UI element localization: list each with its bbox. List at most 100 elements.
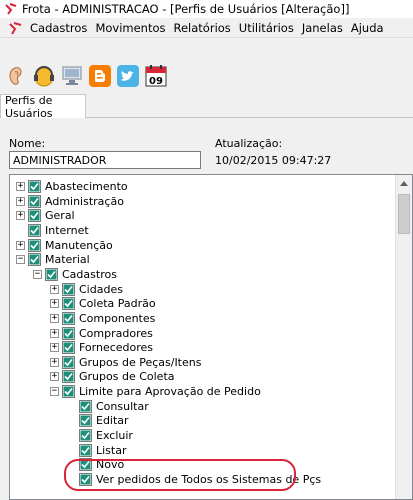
tree-checkbox[interactable] <box>28 253 41 267</box>
tree-node[interactable]: + Abastecimento <box>16 179 128 194</box>
menu-utilitarios[interactable]: Utilitários <box>239 21 294 35</box>
toolbar: 09 <box>0 56 168 96</box>
twitter-icon[interactable] <box>116 63 140 89</box>
menu-bar: Cadastros Movimentos Relatórios Utilitár… <box>0 18 413 38</box>
expand-icon[interactable]: + <box>16 182 25 191</box>
expand-icon[interactable]: + <box>50 357 59 367</box>
tree-node-label: Cidades <box>79 282 123 296</box>
menu-movimentos[interactable]: Movimentos <box>95 21 165 35</box>
tree-checkbox[interactable] <box>79 458 92 472</box>
vertical-scrollbar[interactable] <box>395 175 412 499</box>
tree-checkbox[interactable] <box>28 238 41 252</box>
menu-janelas[interactable]: Janelas <box>302 21 343 35</box>
tree-node[interactable]: Listar <box>67 443 127 458</box>
tree-node[interactable]: Internet <box>16 223 89 238</box>
tree-node[interactable]: − Cadastros <box>33 267 117 282</box>
tree-checkbox[interactable] <box>62 341 75 355</box>
tree-node-label: Componentes <box>79 311 156 325</box>
tree-node[interactable]: − Material <box>16 252 90 267</box>
calendar-icon[interactable]: 09 <box>144 63 168 89</box>
name-label: Nome: <box>9 137 46 150</box>
tree-node-label: Consultar <box>96 399 149 413</box>
tree-node-label: Internet <box>45 223 89 237</box>
tree-node-label: Grupos de Coleta <box>79 370 175 384</box>
menu-logo-icon <box>8 21 22 35</box>
blogger-icon[interactable] <box>88 63 112 89</box>
expand-icon[interactable]: + <box>16 196 25 206</box>
tree-node-label: Grupos de Peças/Itens <box>79 355 202 369</box>
tree-node-label: Abastecimento <box>45 180 128 193</box>
tab-bar: Perfis de Usuários <box>0 94 413 120</box>
tree-node[interactable]: + Grupos de Coleta <box>50 369 175 384</box>
computer-icon[interactable] <box>60 63 84 89</box>
expand-icon[interactable]: + <box>50 313 59 323</box>
calendar-day-text: 09 <box>149 76 163 87</box>
app-logo-icon <box>4 2 18 16</box>
tree-node-label: Ver pedidos de Todos os Sistemas de Pçs <box>96 473 322 486</box>
tree-checkbox[interactable] <box>45 267 58 281</box>
tree-node[interactable]: + Fornecedores <box>50 340 153 355</box>
tree-checkbox[interactable] <box>62 311 75 325</box>
expand-icon[interactable]: + <box>50 299 59 309</box>
scrollbar-thumb[interactable] <box>398 194 410 234</box>
tree-node-label: Fornecedores <box>79 341 154 355</box>
permissions-tree[interactable]: + Abastecimento + Administração + Geral Intern… <box>9 174 413 500</box>
menu-relatorios[interactable]: Relatórios <box>174 21 231 35</box>
tree-node-label: Editar <box>96 414 129 428</box>
tree-node-label: Listar <box>96 443 127 457</box>
tree-node[interactable]: Novo <box>67 457 124 472</box>
tree-node[interactable]: − Limite para Aprovação de Pedido <box>50 384 261 399</box>
tree-checkbox[interactable] <box>28 209 41 223</box>
tree-node-label: Excluir <box>96 429 133 443</box>
tree-checkbox[interactable] <box>28 180 41 193</box>
tree-checkbox[interactable] <box>62 297 75 311</box>
tree-node-label: Geral <box>45 209 75 223</box>
menu-ajuda[interactable]: Ajuda <box>351 21 384 35</box>
tree-checkbox[interactable] <box>28 194 41 208</box>
tree-node-label: Administração <box>45 194 124 208</box>
tree-node[interactable]: + Componentes <box>50 311 155 326</box>
tree-node[interactable]: + Administração <box>16 194 124 209</box>
expand-icon[interactable]: + <box>50 328 59 338</box>
tree-node[interactable]: + Geral <box>16 208 75 223</box>
tree-node[interactable]: + Manutenção <box>16 238 113 253</box>
tree-node[interactable]: + Compradores <box>50 326 153 341</box>
tree-checkbox[interactable] <box>62 355 75 369</box>
collapse-icon[interactable]: − <box>33 269 42 279</box>
tree-checkbox[interactable] <box>62 282 75 296</box>
expand-icon[interactable]: + <box>16 211 25 221</box>
tree-node-label: Cadastros <box>62 267 117 281</box>
tree-node-label: Manutenção <box>45 238 113 252</box>
expand-icon[interactable]: + <box>50 284 59 294</box>
tree-checkbox[interactable] <box>79 443 92 457</box>
menu-cadastros[interactable]: Cadastros <box>30 21 87 35</box>
support-headset-icon[interactable] <box>32 63 56 89</box>
tree-node[interactable]: + Coleta Padrão <box>50 296 156 311</box>
ear-icon[interactable] <box>4 63 28 89</box>
tree-node-label: Limite para Aprovação de Pedido <box>79 385 261 399</box>
window-title: Frota - ADMINISTRACAO - [Perfis de Usuár… <box>22 2 350 16</box>
tree-node[interactable]: + Grupos de Peças/Itens <box>50 355 201 370</box>
collapse-icon[interactable]: − <box>16 255 25 265</box>
tree-node[interactable]: Consultar <box>67 399 149 414</box>
tree-checkbox[interactable] <box>79 473 92 486</box>
tree-checkbox[interactable] <box>62 326 75 340</box>
tree-checkbox[interactable] <box>28 223 41 237</box>
expand-icon[interactable]: + <box>50 372 59 382</box>
tree-node[interactable]: Ver pedidos de Todos os Sistemas de Pçs <box>67 472 321 487</box>
tree-node[interactable]: Excluir <box>67 428 133 443</box>
tree-checkbox[interactable] <box>62 385 75 399</box>
expand-icon[interactable]: + <box>16 240 25 250</box>
name-field[interactable] <box>9 151 201 169</box>
tree-checkbox[interactable] <box>79 414 92 428</box>
collapse-icon[interactable]: − <box>50 387 59 397</box>
updated-value: 10/02/2015 09:47:27 <box>215 154 332 167</box>
expand-icon[interactable]: + <box>50 343 59 353</box>
tab-perfis-de-usuarios[interactable]: Perfis de Usuários <box>0 94 86 120</box>
tree-checkbox[interactable] <box>79 399 92 413</box>
tree-checkbox[interactable] <box>62 370 75 384</box>
scroll-up-icon[interactable] <box>396 175 412 192</box>
tree-node[interactable]: Editar <box>67 413 129 428</box>
tree-checkbox[interactable] <box>79 429 92 443</box>
tree-node[interactable]: + Cidades <box>50 282 123 297</box>
